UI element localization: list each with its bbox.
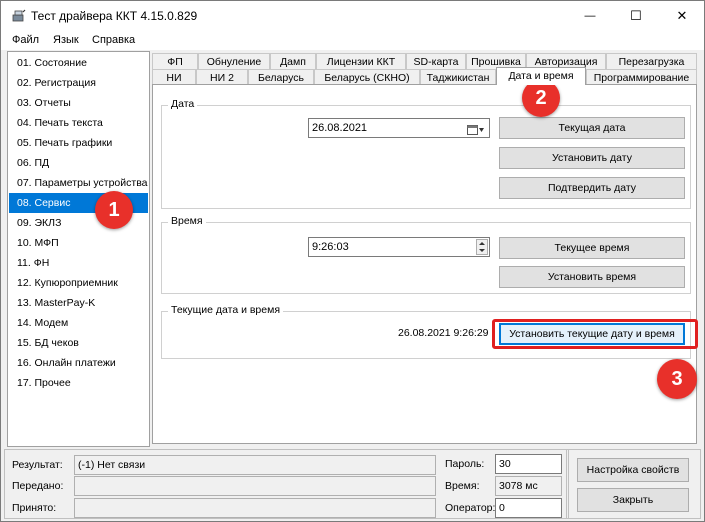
- date-group: Дата 26.08.2021 Текущая дата Установить …: [161, 98, 691, 209]
- close-window-button[interactable]: ✕: [659, 0, 705, 32]
- sidebar-item-receipt-db[interactable]: 15. БД чеков: [9, 333, 148, 353]
- window-title: Тест драйвера ККТ 4.15.0.829: [31, 9, 198, 23]
- tab-row-1: ФП Обнуление Дамп Лицензии ККТ SD-карта …: [152, 53, 697, 69]
- sent-label: Передано:: [12, 480, 64, 492]
- menu-language[interactable]: Язык: [53, 34, 79, 46]
- tab-belarus[interactable]: Беларусь: [248, 69, 314, 85]
- calendar-dropdown-icon[interactable]: [467, 123, 485, 141]
- sidebar-item-mfp[interactable]: 10. МФП: [9, 233, 148, 253]
- result-label: Результат:: [12, 459, 63, 471]
- annotation-badge-1: 1: [95, 191, 133, 229]
- current-datetime-label: Текущие дата и время: [168, 304, 284, 316]
- current-datetime-value: 26.08.2021 9:26:29: [398, 327, 489, 339]
- sidebar-item-fn[interactable]: 11. ФН: [9, 253, 148, 273]
- time-group: Время 9:26:03 Текущее время Установить в…: [161, 215, 691, 294]
- set-date-button[interactable]: Установить дату: [499, 147, 685, 169]
- tab-belarus-skno[interactable]: Беларусь (СКНО): [314, 69, 420, 85]
- tab-row-2: НИ НИ 2 Беларусь Беларусь (СКНО) Таджики…: [152, 67, 697, 85]
- current-date-button[interactable]: Текущая дата: [499, 117, 685, 139]
- current-datetime-group: Текущие дата и время 26.08.2021 9:26:29 …: [161, 304, 698, 359]
- settings-button[interactable]: Настройка свойств: [577, 458, 689, 482]
- annotation-badge-3: 3: [657, 359, 697, 399]
- sidebar-item-print-text[interactable]: 04. Печать текста: [9, 113, 148, 133]
- sidebar-item-print-graphics[interactable]: 05. Печать графики: [9, 133, 148, 153]
- close-button[interactable]: Закрыть: [577, 488, 689, 512]
- sidebar-item-pd[interactable]: 06. ПД: [9, 153, 148, 173]
- tab-programming[interactable]: Программирование: [586, 69, 697, 85]
- sidebar-list: 01. Состояние 02. Регистрация 03. Отчеты…: [7, 51, 150, 447]
- time-group-label: Время: [168, 215, 206, 227]
- tab-ni2[interactable]: НИ 2: [196, 69, 248, 85]
- menu-help[interactable]: Справка: [92, 34, 135, 46]
- date-group-label: Дата: [168, 98, 198, 110]
- sidebar-item-device-params[interactable]: 07. Параметры устройства: [9, 173, 148, 193]
- time-spinner[interactable]: 9:26:03: [308, 237, 490, 257]
- tab-tajikistan[interactable]: Таджикистан: [420, 69, 496, 85]
- set-time-button[interactable]: Установить время: [499, 266, 685, 288]
- received-label: Принято:: [12, 502, 57, 514]
- current-time-button[interactable]: Текущее время: [499, 237, 685, 259]
- maximize-button[interactable]: ☐: [613, 0, 659, 32]
- tab-licenses[interactable]: Лицензии ККТ: [316, 53, 406, 69]
- sidebar-item-masterpay[interactable]: 13. MasterPay-K: [9, 293, 148, 313]
- menu-file[interactable]: Файл: [12, 34, 39, 46]
- received-field: [74, 498, 436, 518]
- time-value: 9:26:03: [312, 241, 349, 253]
- operator-field[interactable]: 0: [495, 498, 562, 518]
- sidebar-item-reports[interactable]: 03. Отчеты: [9, 93, 148, 113]
- tab-sd-card[interactable]: SD-карта: [406, 53, 466, 69]
- date-value: 26.08.2021: [312, 122, 368, 134]
- sidebar-item-other[interactable]: 17. Прочее: [9, 373, 148, 393]
- time-field: 3078 мс: [495, 476, 562, 496]
- tab-reset[interactable]: Обнуление: [198, 53, 270, 69]
- time-label: Время:: [445, 480, 480, 492]
- tab-dump[interactable]: Дамп: [270, 53, 316, 69]
- set-current-datetime-button[interactable]: Установить текущие дату и время: [499, 323, 685, 345]
- password-label: Пароль:: [445, 458, 485, 470]
- sent-field: [74, 476, 436, 496]
- sidebar-item-online-payments[interactable]: 16. Онлайн платежи: [9, 353, 148, 373]
- sidebar-item-bill-acceptor[interactable]: 12. Купюроприемник: [9, 273, 148, 293]
- sidebar-item-modem[interactable]: 14. Модем: [9, 313, 148, 333]
- tab-fp[interactable]: ФП: [152, 53, 198, 69]
- minimize-button[interactable]: —: [567, 0, 613, 32]
- app-icon: [12, 9, 26, 22]
- confirm-date-button[interactable]: Подтвердить дату: [499, 177, 685, 199]
- tab-panel: Дата 26.08.2021 Текущая дата Установить …: [152, 84, 698, 444]
- tab-reboot[interactable]: Перезагрузка: [606, 53, 697, 69]
- sidebar-item-registration[interactable]: 02. Регистрация: [9, 73, 148, 93]
- spinner-arrows-icon[interactable]: [476, 239, 488, 255]
- sidebar-item-state[interactable]: 01. Состояние: [9, 53, 148, 73]
- tab-date-time[interactable]: Дата и время: [496, 67, 586, 85]
- close-icon: ✕: [676, 8, 688, 23]
- result-field: (-1) Нет связи: [74, 455, 436, 475]
- minimize-icon: —: [584, 10, 596, 22]
- date-picker[interactable]: 26.08.2021: [308, 118, 490, 138]
- maximize-icon: ☐: [630, 8, 642, 23]
- tab-ni[interactable]: НИ: [152, 69, 196, 85]
- operator-label: Оператор:: [445, 502, 496, 514]
- password-field[interactable]: 30: [495, 454, 562, 474]
